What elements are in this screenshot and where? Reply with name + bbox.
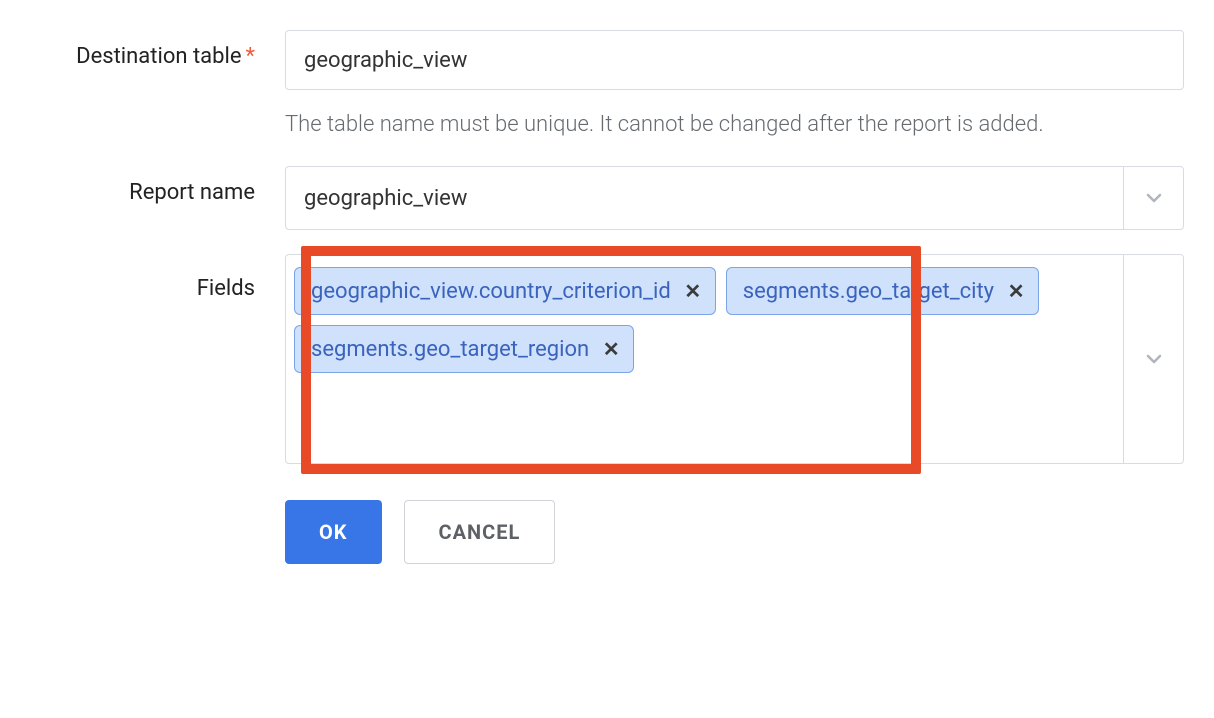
cancel-button[interactable]: CANCEL bbox=[404, 500, 556, 564]
destination-table-label-text: Destination table bbox=[76, 44, 241, 69]
field-pill: segments.geo_target_region ✕ bbox=[294, 325, 634, 373]
report-name-label: Report name bbox=[30, 166, 285, 205]
fields-pills-container: geographic_view.country_criterion_id ✕ s… bbox=[286, 255, 1123, 463]
report-name-row: Report name geographic_view bbox=[30, 166, 1184, 230]
field-pill: geographic_view.country_criterion_id ✕ bbox=[294, 267, 716, 315]
destination-table-label: Destination table* bbox=[30, 30, 285, 69]
field-pill-text: geographic_view.country_criterion_id bbox=[311, 279, 671, 304]
fields-label: Fields bbox=[30, 254, 285, 301]
field-pill-text: segments.geo_target_city bbox=[743, 279, 994, 304]
destination-table-helper: The table name must be unique. It cannot… bbox=[285, 108, 1184, 142]
destination-table-row: Destination table* The table name must b… bbox=[30, 30, 1184, 142]
destination-table-control: The table name must be unique. It cannot… bbox=[285, 30, 1184, 142]
report-name-select[interactable]: geographic_view bbox=[285, 166, 1184, 230]
field-pill: segments.geo_target_city ✕ bbox=[726, 267, 1039, 315]
report-name-value: geographic_view bbox=[286, 167, 1123, 229]
ok-button[interactable]: OK bbox=[285, 500, 382, 564]
fields-select[interactable]: geographic_view.country_criterion_id ✕ s… bbox=[285, 254, 1184, 464]
field-pill-text: segments.geo_target_region bbox=[311, 337, 589, 362]
report-name-dropdown-indicator[interactable] bbox=[1123, 167, 1183, 229]
chevron-down-icon bbox=[1144, 188, 1164, 208]
close-icon[interactable]: ✕ bbox=[683, 281, 703, 301]
close-icon[interactable]: ✕ bbox=[1006, 281, 1026, 301]
button-row: OK CANCEL bbox=[285, 500, 1184, 564]
fields-row: Fields geographic_view.country_criterion… bbox=[30, 254, 1184, 464]
fields-dropdown-indicator[interactable] bbox=[1123, 255, 1183, 463]
close-icon[interactable]: ✕ bbox=[601, 339, 621, 359]
destination-table-input[interactable] bbox=[285, 30, 1184, 90]
chevron-down-icon bbox=[1144, 349, 1164, 369]
report-name-control: geographic_view bbox=[285, 166, 1184, 230]
required-asterisk: * bbox=[246, 44, 255, 69]
